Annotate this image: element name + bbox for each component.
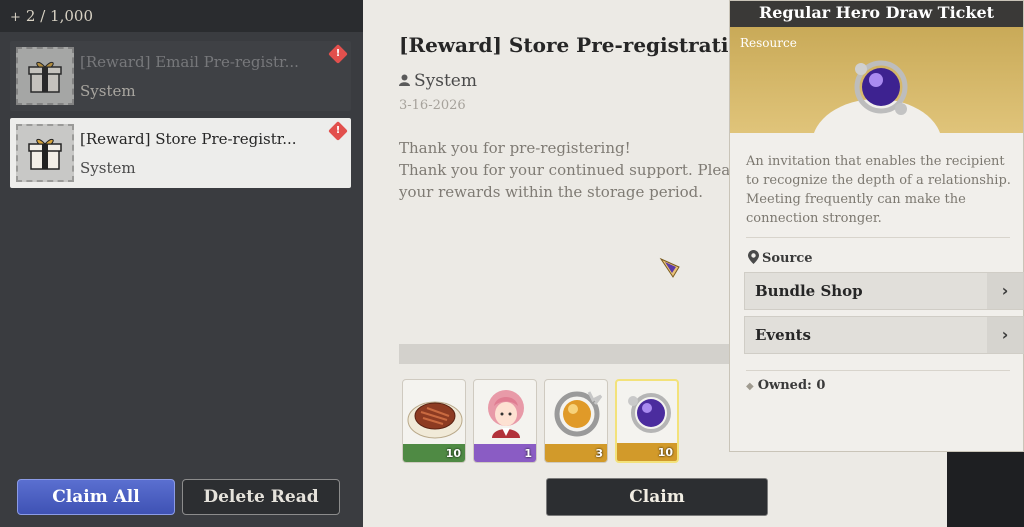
diamond-bullet-icon: ◆ bbox=[746, 381, 754, 392]
mail-title: [Reward] Store Pre-registr... bbox=[80, 130, 297, 148]
source-heading: Source bbox=[748, 250, 813, 266]
source-heading-text: Source bbox=[762, 251, 813, 266]
gift-box-icon bbox=[16, 124, 74, 182]
alert-icon: ! bbox=[328, 121, 348, 141]
golden-orb-icon bbox=[554, 391, 603, 437]
mail-sender: System bbox=[80, 82, 136, 100]
source-bundle-shop[interactable]: Bundle Shop › bbox=[744, 272, 1024, 310]
mail-count: 2 / 1,000 bbox=[25, 7, 93, 25]
reward-item[interactable]: 10 bbox=[402, 379, 466, 463]
hero-portrait-icon bbox=[488, 390, 524, 438]
purple-orb-icon bbox=[854, 60, 908, 115]
reward-quantity: 10 bbox=[657, 446, 673, 459]
item-description: An invitation that enables the recipient… bbox=[746, 154, 1011, 226]
reward-quantity: 3 bbox=[595, 447, 603, 460]
mail-body-line: Thank you for pre-registering! bbox=[399, 139, 631, 157]
tooltip-banner: Resource bbox=[730, 27, 1023, 133]
claim-button[interactable]: Claim bbox=[546, 478, 768, 516]
reward-item[interactable]: 1 bbox=[473, 379, 537, 463]
item-category: Resource bbox=[740, 36, 797, 50]
cursor-crystal-icon bbox=[659, 257, 680, 278]
storage-bar bbox=[399, 344, 729, 364]
mail-body-line: your rewards within the storage period. bbox=[399, 183, 704, 201]
chevron-right-icon[interactable]: › bbox=[987, 317, 1023, 353]
alert-icon: ! bbox=[328, 44, 348, 64]
person-icon bbox=[399, 74, 410, 86]
source-label: Bundle Shop bbox=[755, 282, 863, 300]
mail-list-panel: +2 / 1,000 [Reward] Email Pre-registr...… bbox=[0, 0, 363, 527]
list-item[interactable]: [Reward] Store Pre-registr... System ! bbox=[10, 118, 351, 188]
mail-heading: [Reward] Store Pre-registration bbox=[399, 33, 757, 57]
reward-item-selected[interactable]: 10 bbox=[615, 379, 679, 463]
mail-count-bar: +2 / 1,000 bbox=[0, 0, 363, 32]
divider bbox=[746, 370, 1010, 371]
mail-title: [Reward] Email Pre-registr... bbox=[80, 53, 299, 71]
list-item[interactable]: [Reward] Email Pre-registr... System ! bbox=[10, 41, 351, 111]
divider bbox=[746, 237, 1010, 238]
mail-sender-name: System bbox=[414, 71, 477, 91]
purple-orb-icon bbox=[628, 393, 671, 433]
reward-quantity: 1 bbox=[524, 447, 532, 460]
owned-count: Owned: 0 bbox=[757, 378, 826, 393]
plus-icon: + bbox=[10, 10, 21, 25]
mail-body-line: Thank you for your continued support. Pl… bbox=[399, 161, 731, 179]
reward-quantity: 10 bbox=[445, 447, 461, 460]
steak-icon bbox=[407, 401, 463, 439]
owned-row: ◆ Owned: 0 bbox=[746, 378, 825, 393]
claim-all-button[interactable]: Claim All bbox=[17, 479, 175, 515]
chevron-right-icon[interactable]: › bbox=[987, 273, 1023, 309]
location-pin-icon bbox=[748, 250, 759, 264]
tooltip-title: Regular Hero Draw Ticket bbox=[730, 1, 1023, 27]
source-label: Events bbox=[755, 326, 811, 344]
source-events[interactable]: Events › bbox=[744, 316, 1024, 354]
background-scenery bbox=[947, 452, 1024, 527]
mail-date: 3-16-2026 bbox=[399, 98, 466, 113]
mail-body: Thank you for pre-registering! Thank you… bbox=[399, 137, 730, 203]
reward-item[interactable]: 3 bbox=[544, 379, 608, 463]
item-tooltip: Regular Hero Draw Ticket Resource An inv… bbox=[729, 0, 1024, 452]
mail-sender: System bbox=[80, 159, 136, 177]
sender-row: System bbox=[399, 71, 477, 91]
delete-read-button[interactable]: Delete Read bbox=[182, 479, 340, 515]
gift-box-icon bbox=[16, 47, 74, 105]
